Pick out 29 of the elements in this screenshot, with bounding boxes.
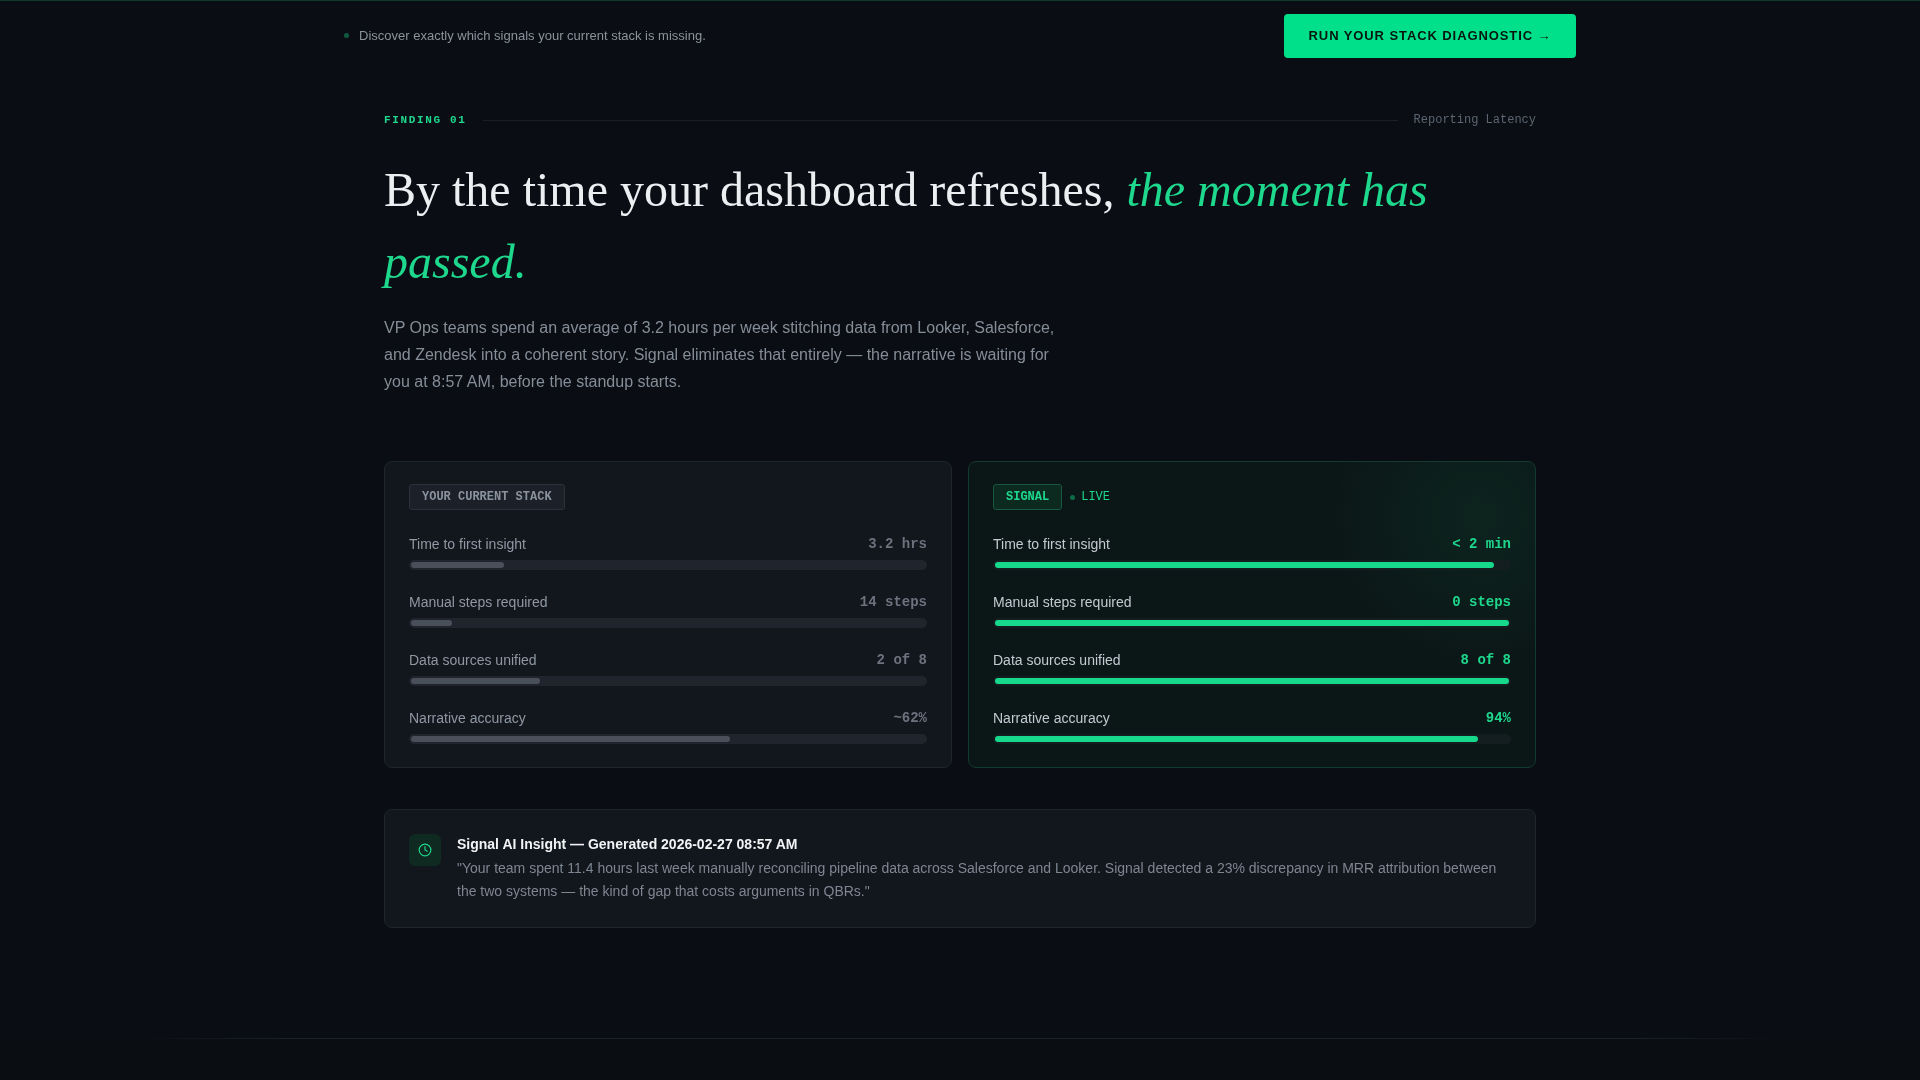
metric-label: Data sources unified [409, 652, 537, 668]
stack-badge: YOUR CURRENT STACK [409, 484, 565, 510]
live-dot-icon [1070, 494, 1076, 500]
stack-badge: SIGNAL [993, 484, 1063, 510]
insight-quote: "Your team spent 11.4 hours last week manually reconciling pipeline data across Salesforce and Looker. Signal detected a 23% discrepancy in MRR attribution between the two systems — the kind of gap that costs arguments in QBRs." [457, 859, 1498, 901]
metric-value: 8 of 8 [1460, 652, 1511, 668]
status-dot-icon [344, 33, 349, 38]
metric-label: Narrative accuracy [993, 710, 1110, 726]
metric-label: Narrative accuracy [409, 710, 526, 726]
finding-topic: Reporting Latency [1413, 113, 1536, 127]
metric-label: Manual steps required [409, 594, 548, 610]
metric-value: < 2 min [1452, 536, 1511, 552]
metric-label: Manual steps required [993, 594, 1132, 610]
metric-label: Time to first insight [409, 536, 526, 552]
metric-label: Data sources unified [993, 652, 1121, 668]
clock-icon [409, 834, 441, 866]
announcement-text: Discover exactly which signals your current stack is missing. [359, 28, 706, 43]
metric-value: 3.2 hrs [868, 536, 927, 552]
live-status: LIVE [1081, 490, 1111, 504]
metric-value: 94% [1485, 710, 1511, 726]
finding-label: FINDING 01 [384, 114, 467, 126]
metric-value: 14 steps [859, 594, 927, 610]
intro-paragraph: VP Ops teams spend an average of 3.2 hours per week stitching data from Looker, Salesforce, and Zendesk into a coherent story. Signal eliminates that entirely — the narrative is waiting for you at 8:57 AM, before the standup starts. [384, 318, 1056, 392]
metric-value: ~62% [893, 710, 927, 726]
insight-title: Signal AI Insight — Generated 2026-02-27 08:57 AM [457, 835, 799, 854]
metric-label: Time to first insight [993, 536, 1110, 552]
metric-value: 0 steps [1452, 594, 1511, 610]
diagnostic-button[interactable]: RUN YOUR STACK DIAGNOSTIC → [1284, 13, 1576, 58]
metric-value: 2 of 8 [876, 652, 927, 668]
